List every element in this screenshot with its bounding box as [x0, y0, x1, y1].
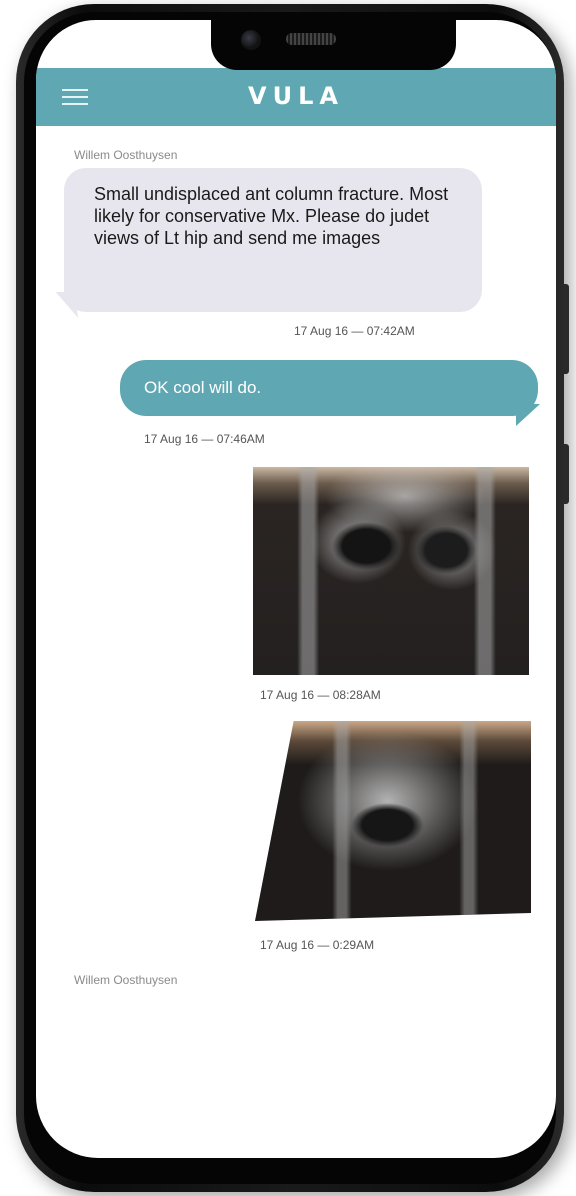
image-timestamp: 17 Aug 16 — 08:28AM [260, 688, 381, 702]
message-sender-name: Willem Oosthuysen [74, 973, 178, 987]
image-timestamp: 17 Aug 16 — 0:29AM [260, 938, 375, 952]
incoming-message-bubble[interactable]: Small undisplaced ant column fracture. M… [64, 168, 482, 312]
phone-notch [211, 20, 456, 70]
outgoing-message-bubble[interactable]: OK cool will do. [120, 360, 538, 416]
front-camera-icon [241, 30, 261, 50]
volume-button [564, 284, 569, 374]
power-button [564, 444, 569, 504]
app-screen: VULA Willem Oosthuysen Small undisplaced… [36, 20, 556, 1158]
app-header: VULA [36, 68, 556, 126]
app-title: VULA [248, 82, 344, 110]
xray-image-attachment[interactable] [253, 467, 529, 675]
speaker-grille-icon [286, 33, 336, 45]
message-timestamp: 17 Aug 16 — 07:42AM [294, 324, 415, 338]
xray-image-attachment[interactable] [255, 721, 531, 921]
message-sender-name: Willem Oosthuysen [74, 148, 178, 162]
message-timestamp: 17 Aug 16 — 07:46AM [144, 432, 265, 446]
